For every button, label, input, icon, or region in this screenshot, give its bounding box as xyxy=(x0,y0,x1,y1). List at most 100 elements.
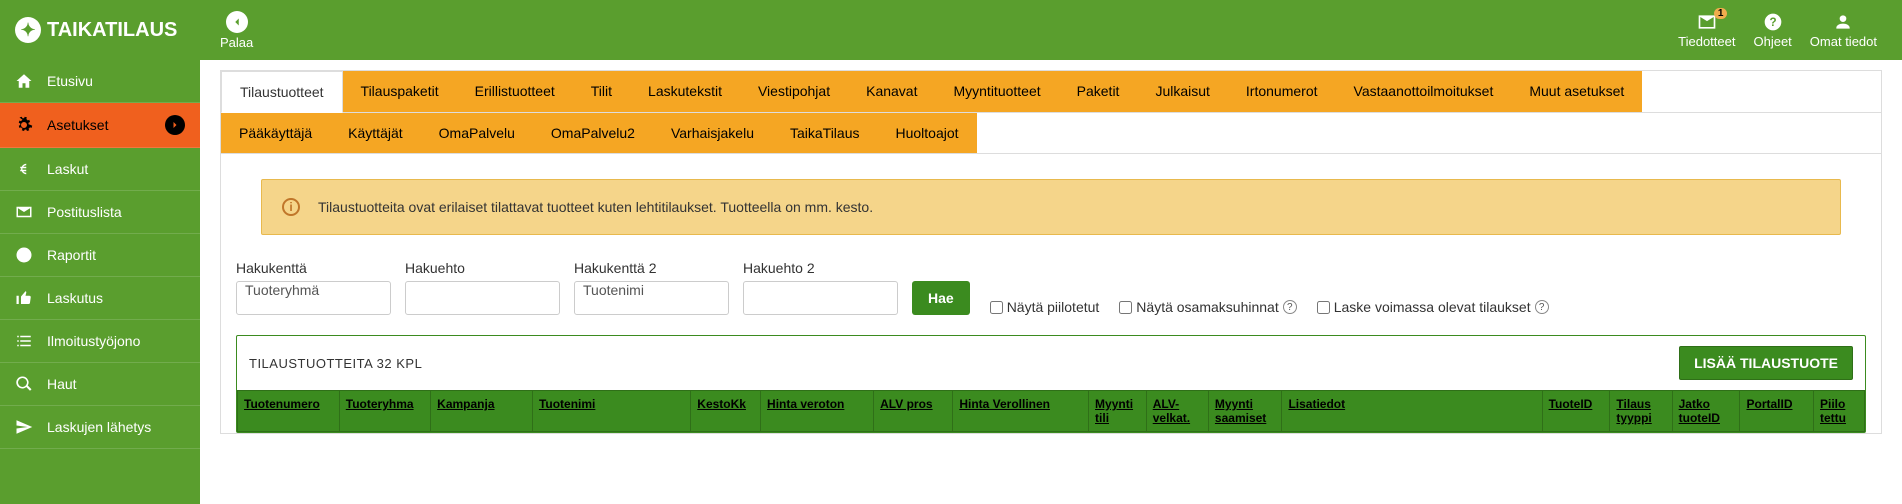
col-tilaus-tyyppi[interactable]: Tilaustyyppi xyxy=(1610,391,1672,432)
user-icon xyxy=(1833,12,1853,32)
checkbox-hidden-input[interactable] xyxy=(990,301,1003,314)
chart-pie-icon xyxy=(15,246,33,264)
question-icon: ? xyxy=(1763,12,1783,32)
tabs-primary: TilaustuotteetTilauspaketitErillistuotte… xyxy=(221,71,1881,113)
tab-tilauspaketit[interactable]: Tilauspaketit xyxy=(343,71,457,112)
search-button[interactable]: Hae xyxy=(912,281,970,315)
sidebar-label: Etusivu xyxy=(47,73,93,89)
col-tuotenumero[interactable]: Tuotenumero xyxy=(238,391,340,432)
tab-taikatilaus[interactable]: TaikaTilaus xyxy=(772,113,878,153)
sidebar-label: Haut xyxy=(47,376,77,392)
tabs-secondary: PääkäyttäjäKäyttäjätOmaPalveluOmaPalvelu… xyxy=(221,113,1881,154)
help-icon[interactable]: ? xyxy=(1535,300,1549,314)
tab-varhaisjakelu[interactable]: Varhaisjakelu xyxy=(653,113,772,153)
col-alv-pros[interactable]: ALV pros xyxy=(874,391,953,432)
col-myynti-saamiset[interactable]: Myyntisaamiset xyxy=(1208,391,1282,432)
checkbox-valid-orders-input[interactable] xyxy=(1317,301,1330,314)
col-piilo-tettu[interactable]: Piilotettu xyxy=(1814,391,1865,432)
tab-paketit[interactable]: Paketit xyxy=(1059,71,1138,112)
tab-vastaanottoilmoitukset[interactable]: Vastaanottoilmoitukset xyxy=(1336,71,1512,112)
sidebar-item-haut[interactable]: Haut xyxy=(0,363,200,406)
sidebar-item-asetukset[interactable]: Asetukset xyxy=(0,103,200,148)
checkbox-installment[interactable]: Näytä osamaksuhinnat ? xyxy=(1119,299,1296,315)
products-table: TuotenumeroTuoteryhmaKampanjaTuotenimiKe… xyxy=(237,390,1865,432)
help-button[interactable]: ? Ohjeet xyxy=(1753,12,1791,49)
profile-button[interactable]: Omat tiedot xyxy=(1810,12,1877,49)
tab-kanavat[interactable]: Kanavat xyxy=(848,71,935,112)
tab-huoltoajot[interactable]: Huoltoajot xyxy=(878,113,977,153)
help-label: Ohjeet xyxy=(1753,34,1791,49)
thumbs-up-icon xyxy=(15,289,33,307)
tab-käyttäjät[interactable]: Käyttäjät xyxy=(330,113,420,153)
sidebar-label: Postituslista xyxy=(47,204,122,220)
search-label-2: Hakuehto xyxy=(405,260,560,276)
info-box: i Tilaustuotteita ovat erilaiset tilatta… xyxy=(261,179,1841,235)
col-portalid[interactable]: PortalID xyxy=(1740,391,1814,432)
col-alv-velkat.[interactable]: ALV-velkat. xyxy=(1146,391,1208,432)
main-content: TilaustuotteetTilauspaketitErillistuotte… xyxy=(200,60,1902,504)
logo-icon: ✦ xyxy=(15,17,41,43)
checkbox-hidden[interactable]: Näytä piilotetut xyxy=(990,299,1100,315)
notifications-label: Tiedotteet xyxy=(1678,34,1735,49)
sidebar-item-laskut[interactable]: Laskut xyxy=(0,148,200,191)
sidebar-label: Laskujen lähetys xyxy=(47,419,151,435)
col-tuoteryhma[interactable]: Tuoteryhma xyxy=(339,391,430,432)
col-tuoteid[interactable]: TuoteID xyxy=(1542,391,1610,432)
chevron-right-icon xyxy=(165,115,185,135)
tab-tilit[interactable]: Tilit xyxy=(573,71,630,112)
sidebar-item-raportit[interactable]: Raportit xyxy=(0,234,200,277)
sidebar-item-laskujen-lahetys[interactable]: Laskujen lähetys xyxy=(0,406,200,449)
info-text: Tilaustuotteita ovat erilaiset tilattava… xyxy=(318,199,873,215)
sidebar-item-postituslista[interactable]: Postituslista xyxy=(0,191,200,234)
col-kestokk[interactable]: KestoKk xyxy=(691,391,761,432)
tab-laskutekstit[interactable]: Laskutekstit xyxy=(630,71,740,112)
sidebar-item-ilmoitustyojono[interactable]: Ilmoitustyöjono xyxy=(0,320,200,363)
tab-tilaustuotteet[interactable]: Tilaustuotteet xyxy=(221,71,343,113)
search-field-1[interactable]: Tuoteryhmä xyxy=(236,281,391,315)
profile-label: Omat tiedot xyxy=(1810,34,1877,49)
tab-julkaisut[interactable]: Julkaisut xyxy=(1137,71,1227,112)
tab-irtonumerot[interactable]: Irtonumerot xyxy=(1228,71,1336,112)
home-icon xyxy=(15,72,33,90)
tab-muut-asetukset[interactable]: Muut asetukset xyxy=(1511,71,1642,112)
search-input-4[interactable] xyxy=(743,281,898,315)
sidebar-item-etusivu[interactable]: Etusivu xyxy=(0,60,200,103)
col-hinta-veroton[interactable]: Hinta veroton xyxy=(761,391,874,432)
col-myynti-tili[interactable]: Myyntitili xyxy=(1089,391,1147,432)
panel: TilaustuotteetTilauspaketitErillistuotte… xyxy=(220,70,1882,434)
search-field-3[interactable]: Tuotenimi xyxy=(574,281,729,315)
back-button[interactable]: Palaa xyxy=(200,11,273,50)
tab-viestipohjat[interactable]: Viestipohjat xyxy=(740,71,848,112)
sidebar-label: Laskut xyxy=(47,161,88,177)
sidebar-item-laskutus[interactable]: Laskutus xyxy=(0,277,200,320)
sidebar-label: Laskutus xyxy=(47,290,103,306)
notification-badge: 1 xyxy=(1714,8,1728,19)
search-row: Hakukenttä Tuoteryhmä Hakuehto Hakukentt… xyxy=(221,255,1881,335)
col-tuotenimi[interactable]: Tuotenimi xyxy=(532,391,690,432)
notifications-button[interactable]: 1 Tiedotteet xyxy=(1678,12,1735,49)
tab-myyntituotteet[interactable]: Myyntituotteet xyxy=(935,71,1058,112)
sidebar-label: Raportit xyxy=(47,247,96,263)
tab-erillistuotteet[interactable]: Erillistuotteet xyxy=(457,71,573,112)
svg-text:?: ? xyxy=(1769,16,1776,29)
col-lisatiedot[interactable]: Lisatiedot xyxy=(1282,391,1542,432)
list-icon xyxy=(15,332,33,350)
tab-pääkäyttäjä[interactable]: Pääkäyttäjä xyxy=(221,113,330,153)
checkbox-valid-orders[interactable]: Laske voimassa olevat tilaukset ? xyxy=(1317,299,1549,315)
search-label-3: Hakukenttä 2 xyxy=(574,260,729,276)
help-icon[interactable]: ? xyxy=(1283,300,1297,314)
logo-text: TAIKATILAUS xyxy=(47,19,177,42)
arrow-left-icon xyxy=(226,11,248,33)
col-kampanja[interactable]: Kampanja xyxy=(431,391,533,432)
tab-omapalvelu[interactable]: OmaPalvelu xyxy=(421,113,533,153)
app-header: ✦ TAIKATILAUS Palaa 1 Tiedotteet ? Ohjee… xyxy=(0,0,1902,60)
checkbox-installment-input[interactable] xyxy=(1119,301,1132,314)
tab-omapalvelu2[interactable]: OmaPalvelu2 xyxy=(533,113,653,153)
gear-icon xyxy=(15,116,33,134)
col-hinta-verollinen[interactable]: Hinta Verollinen xyxy=(953,391,1089,432)
col-jatko-tuoteid[interactable]: JatkotuoteID xyxy=(1672,391,1740,432)
sidebar-label: Asetukset xyxy=(47,117,108,133)
sidebar-label: Ilmoitustyöjono xyxy=(47,333,140,349)
search-input-2[interactable] xyxy=(405,281,560,315)
add-product-button[interactable]: LISÄÄ TILAUSTUOTE xyxy=(1679,346,1853,380)
